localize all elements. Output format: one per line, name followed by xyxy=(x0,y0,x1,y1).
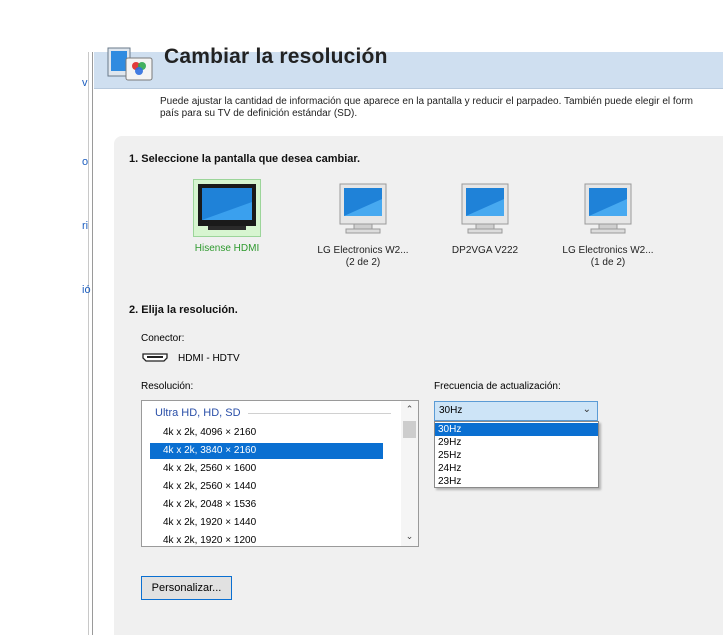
step2-heading: 2. Elija la resolución. xyxy=(129,304,238,316)
monitor-icon xyxy=(575,181,641,239)
monitor-label: Hisense HDMI xyxy=(194,243,260,254)
scrollbar-thumb[interactable] xyxy=(403,421,416,438)
dropdown-option[interactable]: 29Hz xyxy=(435,436,598,449)
monitor-dp2vga[interactable]: DP2VGA V222 xyxy=(420,181,550,257)
list-group-header: Ultra HD, HD, SD xyxy=(155,407,241,419)
refresh-rate-dropdown[interactable]: 30Hz ⌄ xyxy=(434,401,598,421)
divider xyxy=(88,52,89,635)
chevron-down-icon[interactable]: ⌄ xyxy=(401,531,418,542)
resolution-label: Resolución: xyxy=(141,381,194,392)
list-item[interactable]: 4k x 2k, 1920 × 1440 xyxy=(150,515,383,531)
dropdown-option[interactable]: 23Hz xyxy=(435,475,598,488)
monitor-label: LG Electronics W2... (1 de 2) xyxy=(562,245,654,268)
customize-button[interactable]: Personalizar... xyxy=(141,576,232,600)
dropdown-option-selected[interactable]: 30Hz xyxy=(435,423,598,436)
vertical-scrollbar[interactable]: ⌃ ⌄ xyxy=(401,401,418,546)
dropdown-value: 30Hz xyxy=(439,405,463,416)
refresh-rate-label: Frecuencia de actualización: xyxy=(434,381,561,392)
connector-label: Conector: xyxy=(141,333,185,344)
nav-link-fragment[interactable]: o xyxy=(82,156,88,168)
nav-link-fragment[interactable]: v xyxy=(82,77,88,89)
step1-heading: 1. Seleccione la pantalla que desea camb… xyxy=(129,153,361,165)
description-line: país para su TV de definición estándar (… xyxy=(160,108,358,119)
dropdown-option[interactable]: 25Hz xyxy=(435,449,598,462)
chevron-down-icon: ⌄ xyxy=(582,404,591,415)
display-settings-icon xyxy=(106,44,156,84)
list-item[interactable]: 4k x 2k, 2560 × 1600 xyxy=(150,461,383,477)
list-item[interactable]: 4k x 2k, 2560 × 1440 xyxy=(150,479,383,495)
list-item[interactable]: 4k x 2k, 4096 × 2160 xyxy=(150,425,383,441)
dropdown-option[interactable]: 24Hz xyxy=(435,462,598,475)
chevron-up-icon[interactable]: ⌃ xyxy=(401,404,418,415)
monitor-label: LG Electronics W2... (2 de 2) xyxy=(317,245,409,268)
page-description: Puede ajustar la cantidad de información… xyxy=(160,96,723,120)
divider xyxy=(248,413,391,414)
monitor-lg-2[interactable]: LG Electronics W2... (2 de 2) xyxy=(298,181,428,269)
divider xyxy=(92,52,93,635)
connector-value: HDMI - HDTV xyxy=(178,353,240,364)
list-item-selected[interactable]: 4k x 2k, 3840 × 2160 xyxy=(150,443,383,459)
monitor-icon xyxy=(452,181,518,239)
monitor-icon xyxy=(193,179,261,237)
nav-link-fragment[interactable]: ri xyxy=(82,220,88,232)
list-item[interactable]: 4k x 2k, 2048 × 1536 xyxy=(150,497,383,513)
nav-link-fragment[interactable]: ió xyxy=(82,284,91,296)
monitor-hisense-hdmi[interactable]: Hisense HDMI xyxy=(162,179,292,255)
list-item[interactable]: 4k x 2k, 1920 × 1200 xyxy=(150,533,383,546)
page-title: Cambiar la resolución xyxy=(164,45,388,68)
description-line: Puede ajustar la cantidad de información… xyxy=(160,96,693,107)
resolution-listbox[interactable]: Ultra HD, HD, SD 4k x 2k, 4096 × 2160 4k… xyxy=(141,400,419,547)
monitor-label: DP2VGA V222 xyxy=(451,245,519,256)
monitor-icon xyxy=(330,181,396,239)
refresh-rate-options[interactable]: 30Hz 29Hz 25Hz 24Hz 23Hz xyxy=(434,421,599,488)
monitor-lg-1[interactable]: LG Electronics W2... (1 de 2) xyxy=(543,181,673,269)
hdmi-connector-icon xyxy=(142,352,168,365)
left-navigation-strip: v o ri ió xyxy=(0,52,93,635)
